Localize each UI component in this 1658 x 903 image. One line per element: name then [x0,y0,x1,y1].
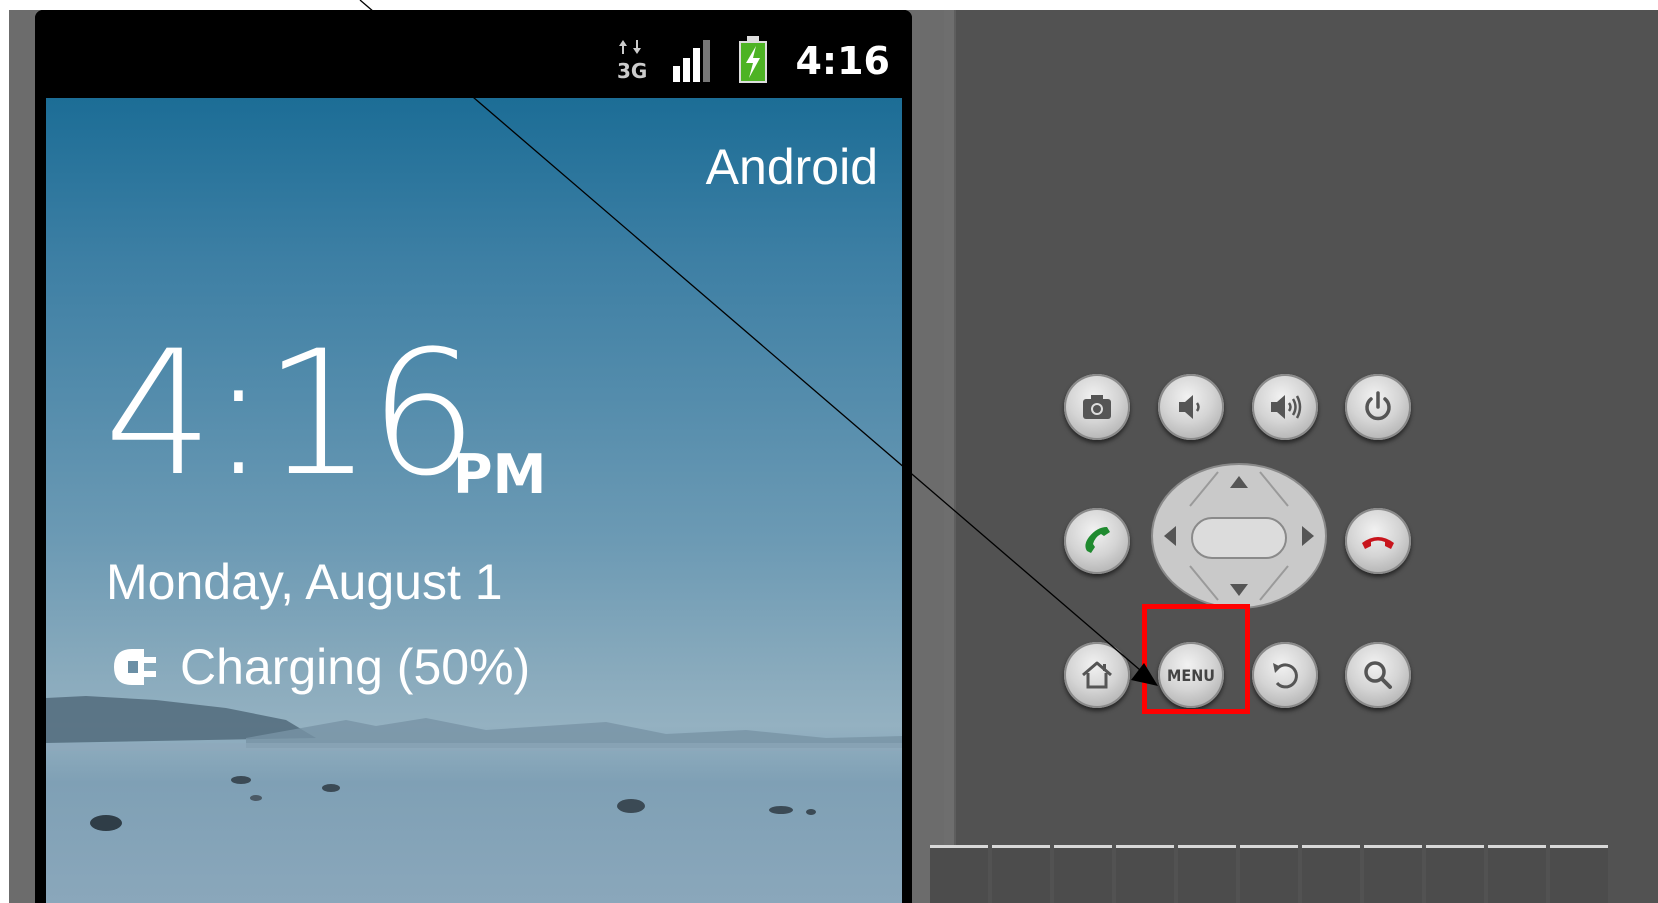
volume-up-icon [1271,395,1302,419]
back-icon [1273,663,1298,689]
call-button[interactable] [1064,508,1130,574]
back-button[interactable] [1252,642,1318,708]
keyboard-key[interactable] [1426,845,1484,903]
device-screen[interactable]: 3G 4:16 Android 4:16 PM Monday, August 1… [35,10,912,903]
search-icon [1364,661,1392,689]
charging-plug-icon [114,649,156,685]
emulator-window: 3G 4:16 Android 4:16 PM Monday, August 1… [9,10,1658,903]
end-call-icon [1362,537,1394,549]
keyboard-key[interactable] [992,845,1050,903]
lockscreen-date: Monday, August 1 [106,554,503,610]
volume-up-button[interactable] [1252,374,1318,440]
panel-divider [944,10,956,903]
camera-icon [1083,395,1111,419]
volume-down-icon [1179,395,1200,419]
search-button[interactable] [1345,642,1411,708]
battery-charging-icon [739,36,767,83]
status-bar[interactable]: 3G 4:16 [35,10,912,98]
keyboard-key[interactable] [1488,845,1546,903]
keyboard-key[interactable] [930,845,988,903]
home-icon [1082,661,1112,689]
keyboard-key[interactable] [1178,845,1236,903]
svg-text:3G: 3G [617,59,647,82]
lockscreen-wallpaper[interactable]: Android 4:16 PM Monday, August 1 Chargin… [46,98,902,903]
menu-highlight-box [1142,604,1250,714]
lockscreen-clock: 4:16 [104,313,478,514]
end-call-button[interactable] [1345,508,1411,574]
keyboard-key[interactable] [1364,845,1422,903]
charging-text: Charging (50%) [180,639,531,695]
keyboard-strip [930,845,1648,903]
volume-down-button[interactable] [1158,374,1224,440]
data-3g-icon: 3G [617,40,647,82]
keyboard-key[interactable] [1116,845,1174,903]
keyboard-key[interactable] [1550,845,1608,903]
dpad[interactable] [1150,462,1328,610]
home-button[interactable] [1064,642,1130,708]
charging-status: Charging (50%) [110,638,530,696]
status-time: 4:16 [795,39,890,83]
signal-strength-icon [673,40,710,82]
keyboard-key[interactable] [1054,845,1112,903]
call-icon [1085,527,1110,553]
camera-button[interactable] [1064,374,1130,440]
dpad-center[interactable] [1191,517,1287,559]
keyboard-key[interactable] [1240,845,1298,903]
power-icon [1365,391,1391,421]
power-button[interactable] [1345,374,1411,440]
keyboard-key[interactable] [1302,845,1360,903]
carrier-label: Android [705,139,878,195]
lockscreen-ampm: PM [453,443,547,506]
